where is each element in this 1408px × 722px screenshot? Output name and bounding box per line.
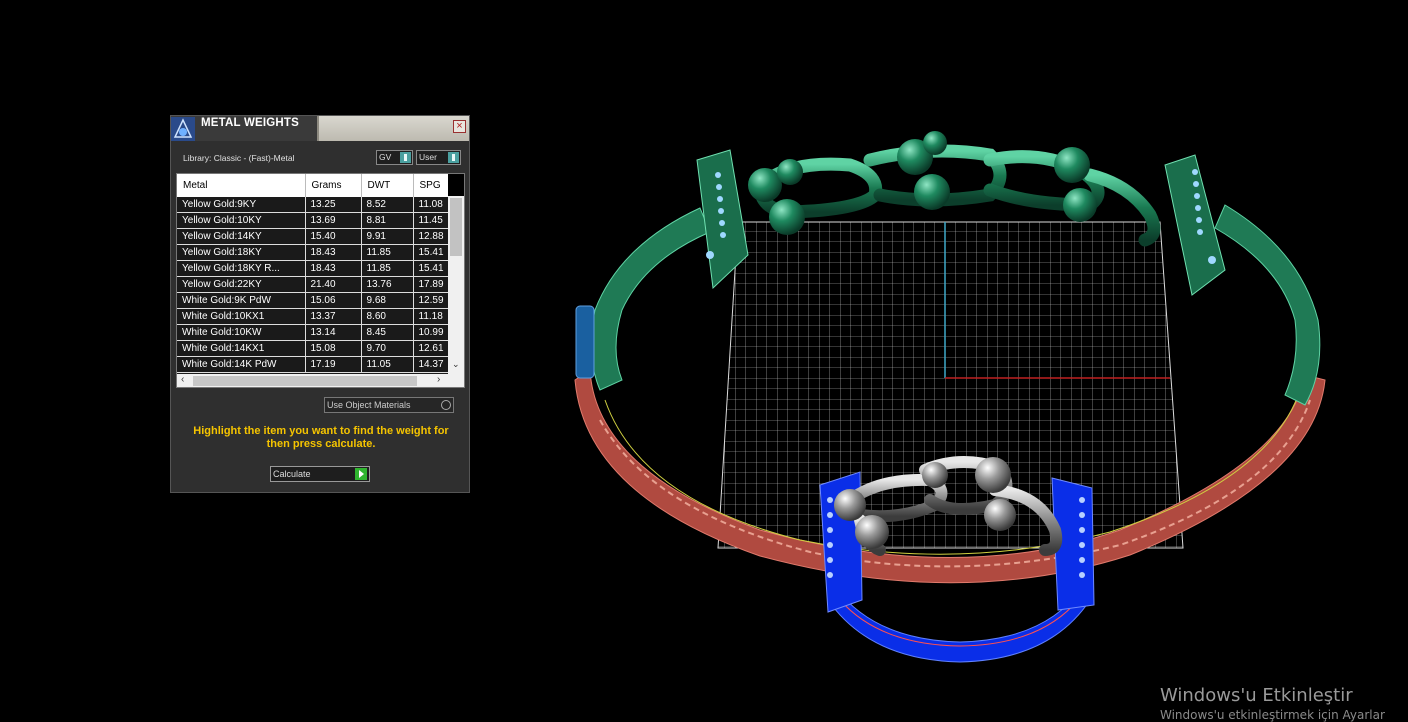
cell-dwt: 8.52: [361, 197, 414, 213]
cell-spg: 10.99: [413, 324, 450, 341]
table-row[interactable]: White Gold:14K PdW 17.19 11.05 14.37: [177, 356, 450, 373]
table-row[interactable]: White Gold:10KX1 13.37 8.60 11.18: [177, 308, 450, 325]
table-header-row: Metal Grams DWT SPG: [177, 174, 450, 197]
construction-grid: [717, 221, 1184, 549]
title-tab: METAL WEIGHTS: [171, 116, 319, 141]
cell-dwt: 13.76: [361, 276, 414, 293]
activation-watermark-title: Windows'u Etkinleştir: [1160, 685, 1353, 706]
metal-weights-dialog: METAL WEIGHTS × Library: Classic - (Fast…: [170, 115, 470, 493]
table-row[interactable]: White Gold:14KX1 15.08 9.70 12.61: [177, 340, 450, 357]
column-header-grams[interactable]: Grams: [305, 174, 362, 197]
cell-dwt: 9.91: [361, 228, 414, 245]
cell-spg: 17.89: [413, 276, 450, 293]
cell-spg: 15.41: [413, 260, 450, 277]
cell-grams: 15.06: [305, 292, 362, 309]
cell-dwt: 11.05: [361, 356, 414, 373]
user-dropdown-label: User: [419, 152, 437, 162]
cell-dwt: 11.85: [361, 244, 414, 261]
cell-grams: 18.43: [305, 260, 362, 277]
scroll-down-icon[interactable]: ⌄: [452, 359, 460, 370]
play-icon: [355, 468, 367, 480]
cell-grams: 13.14: [305, 324, 362, 341]
cell-metal: White Gold:10KW: [177, 324, 306, 341]
dropdown-arrow-icon: [400, 152, 411, 163]
dialog-titlebar[interactable]: METAL WEIGHTS ×: [171, 116, 469, 141]
horizontal-scroll-thumb[interactable]: [193, 376, 417, 386]
close-button[interactable]: ×: [453, 120, 466, 133]
dropdown-arrow-icon: [448, 152, 459, 163]
cell-metal: White Gold:14K PdW: [177, 356, 306, 373]
cell-spg: 12.59: [413, 292, 450, 309]
table-row[interactable]: White Gold:9K PdW 15.06 9.68 12.59: [177, 292, 450, 309]
app-logo-icon: [171, 117, 195, 141]
cell-spg: 12.88: [413, 228, 450, 245]
cell-grams: 13.69: [305, 212, 362, 229]
metal-table[interactable]: Metal Grams DWT SPG Yellow Gold:9KY 13.25…: [176, 173, 465, 388]
instruction-text: Highlight the item you want to find the …: [193, 425, 449, 450]
cell-grams: 17.19: [305, 356, 362, 373]
cell-metal: Yellow Gold:14KY: [177, 228, 306, 245]
cell-dwt: 11.85: [361, 260, 414, 277]
cell-dwt: 8.81: [361, 212, 414, 229]
radio-icon[interactable]: [441, 400, 451, 410]
scroll-right-icon[interactable]: ›: [437, 374, 440, 385]
column-header-dwt[interactable]: DWT: [361, 174, 414, 197]
cell-grams: 13.37: [305, 308, 362, 325]
cell-metal: White Gold:9K PdW: [177, 292, 306, 309]
cell-grams: 15.40: [305, 228, 362, 245]
table-row[interactable]: Yellow Gold:14KY 15.40 9.91 12.88: [177, 228, 450, 245]
cell-spg: 11.08: [413, 197, 450, 213]
dialog-title: METAL WEIGHTS: [201, 117, 300, 129]
cell-metal: Yellow Gold:22KY: [177, 276, 306, 293]
cell-dwt: 9.70: [361, 340, 414, 357]
calculate-button[interactable]: Calculate: [270, 466, 370, 482]
cell-spg: 11.45: [413, 212, 450, 229]
cell-metal: Yellow Gold:9KY: [177, 197, 306, 213]
cell-grams: 13.25: [305, 197, 362, 213]
cell-metal: Yellow Gold:18KY: [177, 244, 306, 261]
cell-metal: Yellow Gold:10KY: [177, 212, 306, 229]
cell-metal: White Gold:10KX1: [177, 308, 306, 325]
gv-dropdown[interactable]: GV: [376, 150, 413, 165]
vertical-scroll-thumb[interactable]: [450, 198, 462, 256]
cell-spg: 15.41: [413, 244, 450, 261]
vertical-scrollbar[interactable]: ⌄: [448, 196, 464, 374]
cell-spg: 11.18: [413, 308, 450, 325]
table-row[interactable]: Yellow Gold:18KY 18.43 11.85 15.41: [177, 244, 450, 261]
cell-spg: 12.61: [413, 340, 450, 357]
cell-metal: Yellow Gold:18KY R...: [177, 260, 306, 277]
cell-dwt: 8.60: [361, 308, 414, 325]
table-row[interactable]: Yellow Gold:18KY R... 18.43 11.85 15.41: [177, 260, 450, 277]
column-header-spg[interactable]: SPG: [413, 174, 450, 197]
table-row[interactable]: Yellow Gold:10KY 13.69 8.81 11.45: [177, 212, 450, 229]
scroll-left-icon[interactable]: ‹: [181, 374, 184, 385]
cell-spg: 14.37: [413, 356, 450, 373]
gv-dropdown-label: GV: [379, 152, 392, 162]
cell-dwt: 9.68: [361, 292, 414, 309]
metal-weights-table: Metal Grams DWT SPG Yellow Gold:9KY 13.25…: [177, 174, 450, 373]
cell-grams: 21.40: [305, 276, 362, 293]
use-object-materials-label: Use Object Materials: [327, 400, 411, 410]
green-beads: [748, 131, 1097, 235]
table-row[interactable]: Yellow Gold:22KY 21.40 13.76 17.89: [177, 276, 450, 293]
cell-metal: White Gold:14KX1: [177, 340, 306, 357]
user-dropdown[interactable]: User: [416, 150, 461, 165]
cell-dwt: 8.45: [361, 324, 414, 341]
library-label: Library: Classic - (Fast)-Metal: [183, 153, 295, 163]
cell-grams: 18.43: [305, 244, 362, 261]
activation-watermark-subtitle: Windows'u etkinleştirmek için Ayarlar: [1160, 708, 1385, 722]
calculate-label: Calculate: [273, 469, 311, 479]
table-header-corner: [448, 174, 464, 196]
table-row[interactable]: White Gold:10KW 13.14 8.45 10.99: [177, 324, 450, 341]
cell-grams: 15.08: [305, 340, 362, 357]
table-row[interactable]: Yellow Gold:9KY 13.25 8.52 11.08: [177, 197, 450, 213]
horizontal-scrollbar[interactable]: ‹ ›: [177, 374, 464, 387]
column-header-metal[interactable]: Metal: [177, 174, 306, 197]
use-object-materials-option[interactable]: Use Object Materials: [324, 397, 454, 413]
